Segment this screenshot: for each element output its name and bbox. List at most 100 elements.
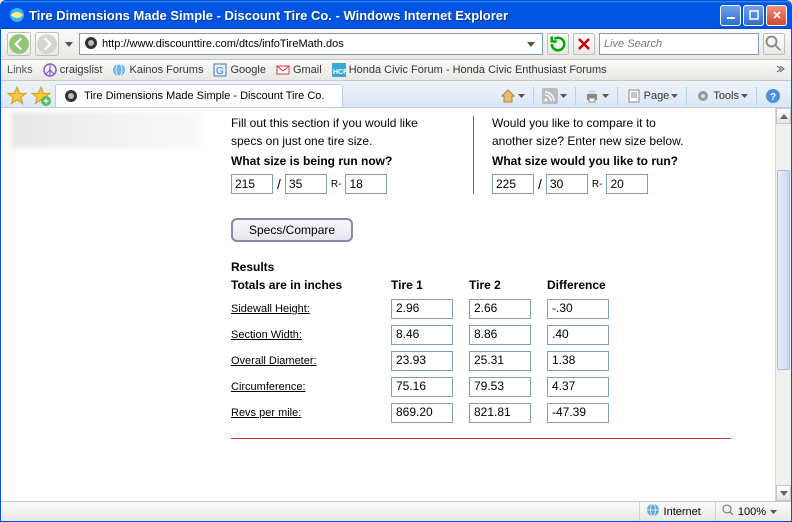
status-bar: Internet 100% <box>1 501 791 521</box>
value-cell: 75.16 <box>391 377 453 397</box>
sidebar-blur <box>11 112 201 148</box>
title-bar: Tire Dimensions Made Simple - Discount T… <box>1 1 791 29</box>
favorites-star-button[interactable] <box>7 86 27 106</box>
zone-label: Internet <box>664 506 701 518</box>
row-label[interactable]: Section Width: <box>231 329 391 341</box>
table-row: Sidewall Height:2.96 2.66 -.30 <box>231 296 771 322</box>
help-button[interactable]: ? <box>761 86 785 106</box>
col-tire1-header: Tire 1 <box>391 278 469 292</box>
home-button[interactable] <box>496 86 529 106</box>
left-column: Fill out this section if you would like … <box>231 116 473 194</box>
rss-icon <box>542 88 558 104</box>
left-intro-2: specs on just one tire size. <box>231 134 455 148</box>
link-craigslist[interactable]: craigslist <box>43 63 103 77</box>
links-label: Links <box>7 64 33 76</box>
value-cell: 2.96 <box>391 299 453 319</box>
svg-text:G: G <box>216 66 224 77</box>
right-intro-2: another size? Enter new size below. <box>492 134 715 148</box>
svg-text:HCF: HCF <box>333 69 346 76</box>
links-overflow-icon[interactable] <box>775 64 785 77</box>
link-hondacivic[interactable]: HCFHonda Civic Forum - Honda Civic Enthu… <box>332 63 607 77</box>
maximize-button[interactable] <box>743 5 764 26</box>
divider-line <box>231 438 731 439</box>
scroll-down-button[interactable] <box>776 485 791 501</box>
forward-button[interactable] <box>35 32 59 56</box>
back-button[interactable] <box>7 32 31 56</box>
status-zoom[interactable]: 100% <box>715 502 783 521</box>
r-label-1: R- <box>331 179 342 190</box>
table-row: Section Width:8.468.86.40 <box>231 322 771 348</box>
value-cell: 1.38 <box>547 351 609 371</box>
value-cell: 821.81 <box>469 403 531 423</box>
value-cell: 2.66 <box>469 299 531 319</box>
content-area: Fill out this section if you would like … <box>1 108 791 501</box>
right-question: What size would you like to run? <box>492 154 715 168</box>
size2-width-input[interactable] <box>492 174 534 194</box>
page-icon <box>626 88 642 104</box>
search-button[interactable] <box>763 33 785 55</box>
print-icon <box>584 88 600 104</box>
print-button[interactable] <box>580 86 613 106</box>
zoom-icon <box>722 504 734 519</box>
size1-diameter-input[interactable] <box>345 174 387 194</box>
results-heading: Results <box>231 260 771 274</box>
value-cell: 8.86 <box>469 325 531 345</box>
tab-bar: Tire Dimensions Made Simple - Discount T… <box>1 81 791 108</box>
site-icon <box>84 36 98 53</box>
add-favorites-button[interactable] <box>31 86 51 106</box>
results-table: Totals are in inches Tire 1 Tire 2 Diffe… <box>231 278 771 426</box>
links-toolbar: Links craigslist Kainos Forums GGoogle G… <box>1 60 791 81</box>
scroll-thumb[interactable] <box>777 170 790 370</box>
search-box[interactable] <box>599 33 759 55</box>
col-totals-header: Totals are in inches <box>231 278 391 292</box>
help-icon: ? <box>765 88 781 104</box>
tab-active[interactable]: Tire Dimensions Made Simple - Discount T… <box>55 84 343 107</box>
home-icon <box>500 88 516 104</box>
nav-toolbar <box>1 29 791 60</box>
row-label[interactable]: Sidewall Height: <box>231 303 391 315</box>
refresh-button[interactable] <box>547 33 569 55</box>
close-button[interactable] <box>766 5 787 26</box>
page-menu-button[interactable]: Page <box>622 86 683 106</box>
value-cell: 25.31 <box>469 351 531 371</box>
scroll-up-button[interactable] <box>776 108 791 124</box>
feeds-button[interactable] <box>538 86 571 106</box>
address-bar[interactable] <box>79 33 543 55</box>
stop-button[interactable] <box>573 33 595 55</box>
size2-aspect-input[interactable] <box>546 174 588 194</box>
vertical-scrollbar[interactable] <box>775 108 791 501</box>
minimize-button[interactable] <box>720 5 741 26</box>
gear-icon <box>695 88 711 104</box>
value-cell: 8.46 <box>391 325 453 345</box>
specs-compare-button[interactable]: Specs/Compare <box>231 218 353 242</box>
address-bar-group <box>79 33 785 55</box>
page-body: Fill out this section if you would like … <box>1 108 791 447</box>
table-row: Circumference:75.1679.534.37 <box>231 374 771 400</box>
value-cell: -.30 <box>547 299 609 319</box>
tab-title: Tire Dimensions Made Simple - Discount T… <box>84 90 324 102</box>
url-dropdown-icon[interactable] <box>524 42 538 47</box>
size2-diameter-input[interactable] <box>606 174 648 194</box>
ie-icon <box>9 7 25 23</box>
globe-icon <box>646 503 660 520</box>
tools-menu-button[interactable]: Tools <box>691 86 752 106</box>
search-input[interactable] <box>604 38 754 50</box>
peace-icon <box>43 63 57 77</box>
size1-aspect-input[interactable] <box>285 174 327 194</box>
row-label[interactable]: Circumference: <box>231 381 391 393</box>
link-google[interactable]: GGoogle <box>213 63 265 77</box>
link-gmail[interactable]: Gmail <box>276 63 322 77</box>
url-input[interactable] <box>102 38 520 50</box>
table-row: Revs per mile:869.20821.81-47.39 <box>231 400 771 426</box>
row-label[interactable]: Overall Diameter: <box>231 355 391 367</box>
browser-window: Tire Dimensions Made Simple - Discount T… <box>0 0 792 522</box>
slash-2: / <box>538 176 542 192</box>
slash-1: / <box>277 176 281 192</box>
link-kainos[interactable]: Kainos Forums <box>112 63 203 77</box>
left-intro-1: Fill out this section if you would like <box>231 116 455 130</box>
value-cell: 869.20 <box>391 403 453 423</box>
col-diff-header: Difference <box>547 278 625 292</box>
row-label[interactable]: Revs per mile: <box>231 407 391 419</box>
nav-history-dropdown[interactable] <box>63 32 75 56</box>
size1-width-input[interactable] <box>231 174 273 194</box>
